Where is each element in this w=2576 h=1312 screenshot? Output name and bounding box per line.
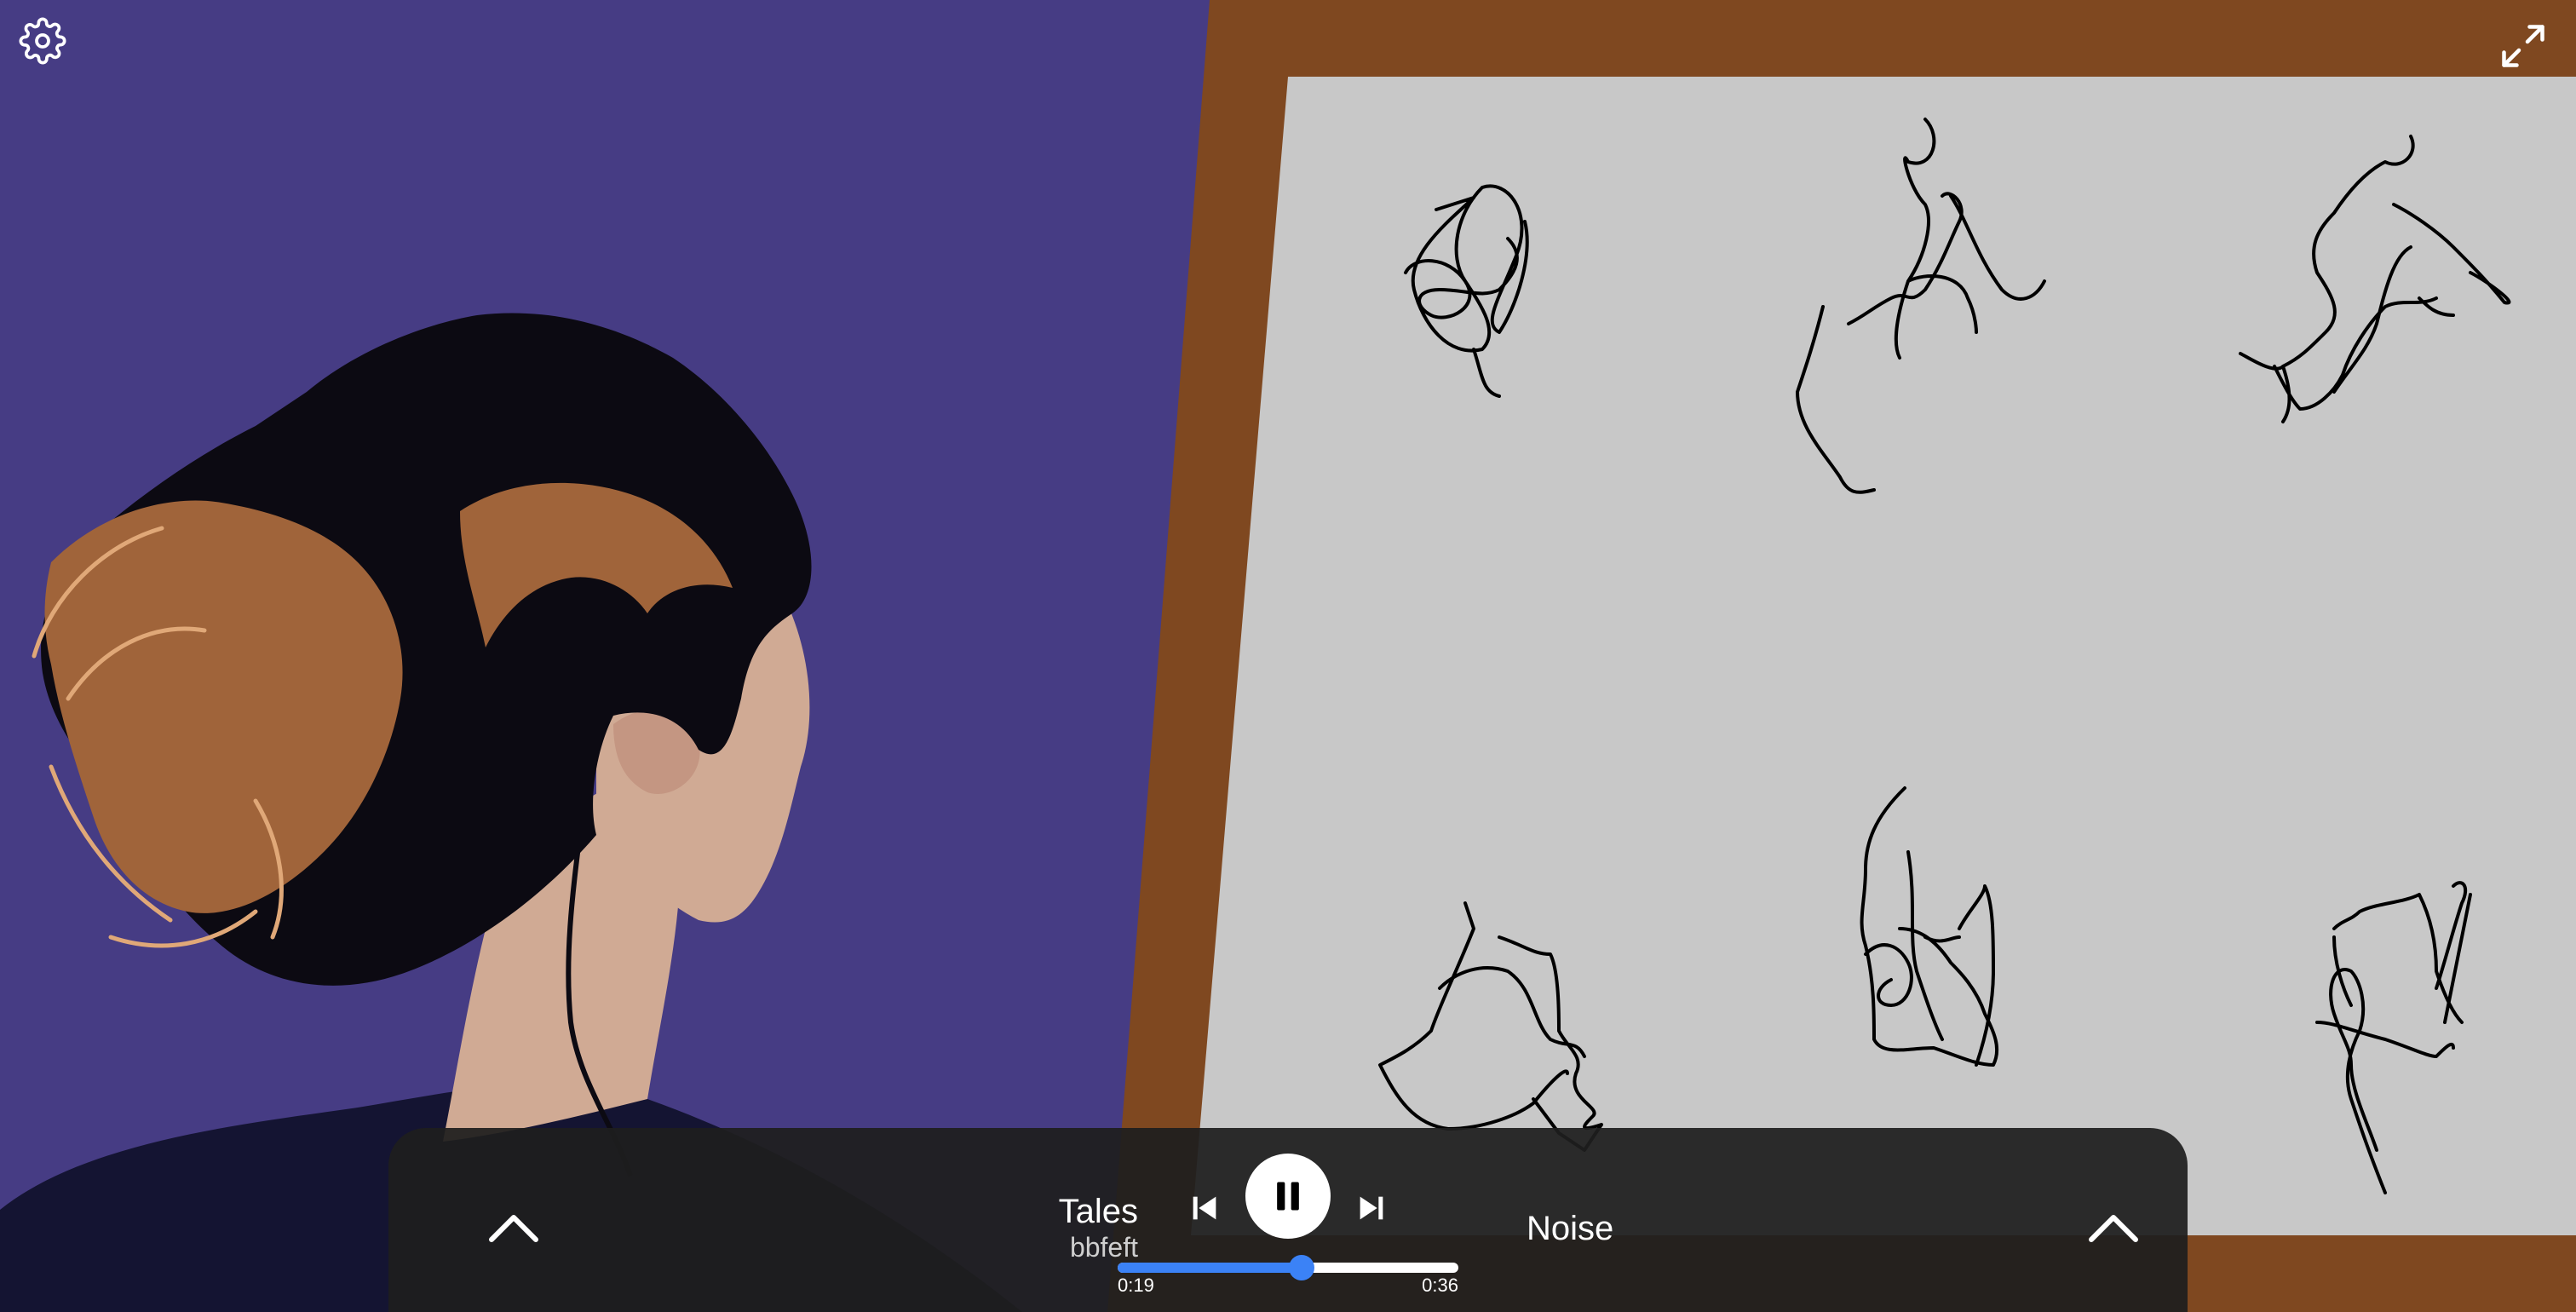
progress-fill	[1118, 1263, 1302, 1273]
pause-button[interactable]	[1245, 1154, 1331, 1239]
gear-icon	[19, 17, 66, 65]
chevron-up-icon	[2089, 1215, 2138, 1242]
fullscreen-button[interactable]	[2496, 19, 2550, 73]
artwork-illustration	[0, 0, 2576, 1312]
settings-button[interactable]	[15, 14, 70, 68]
expand-left-panel-button[interactable]	[484, 1206, 543, 1249]
previous-button[interactable]	[1181, 1184, 1228, 1232]
painting-canvas	[1191, 77, 2576, 1235]
next-button[interactable]	[1348, 1184, 1395, 1232]
expand-icon	[2502, 25, 2544, 67]
sound-label: Noise	[1527, 1210, 1614, 1247]
pause-icon	[1277, 1182, 1299, 1211]
skip-previous-icon	[1193, 1196, 1216, 1220]
track-artist: bbfeft	[1069, 1232, 1138, 1263]
expand-right-panel-button[interactable]	[2084, 1206, 2143, 1249]
track-title: Tales	[1058, 1193, 1138, 1230]
chevron-up-icon	[489, 1215, 538, 1242]
progress-handle[interactable]	[1289, 1255, 1314, 1280]
total-time: 0:36	[1422, 1275, 1458, 1296]
skip-next-icon	[1360, 1196, 1383, 1220]
current-time: 0:19	[1118, 1275, 1154, 1296]
player-bar: Tales bbfeft 0:19 0:36 Noise	[388, 1128, 2188, 1312]
